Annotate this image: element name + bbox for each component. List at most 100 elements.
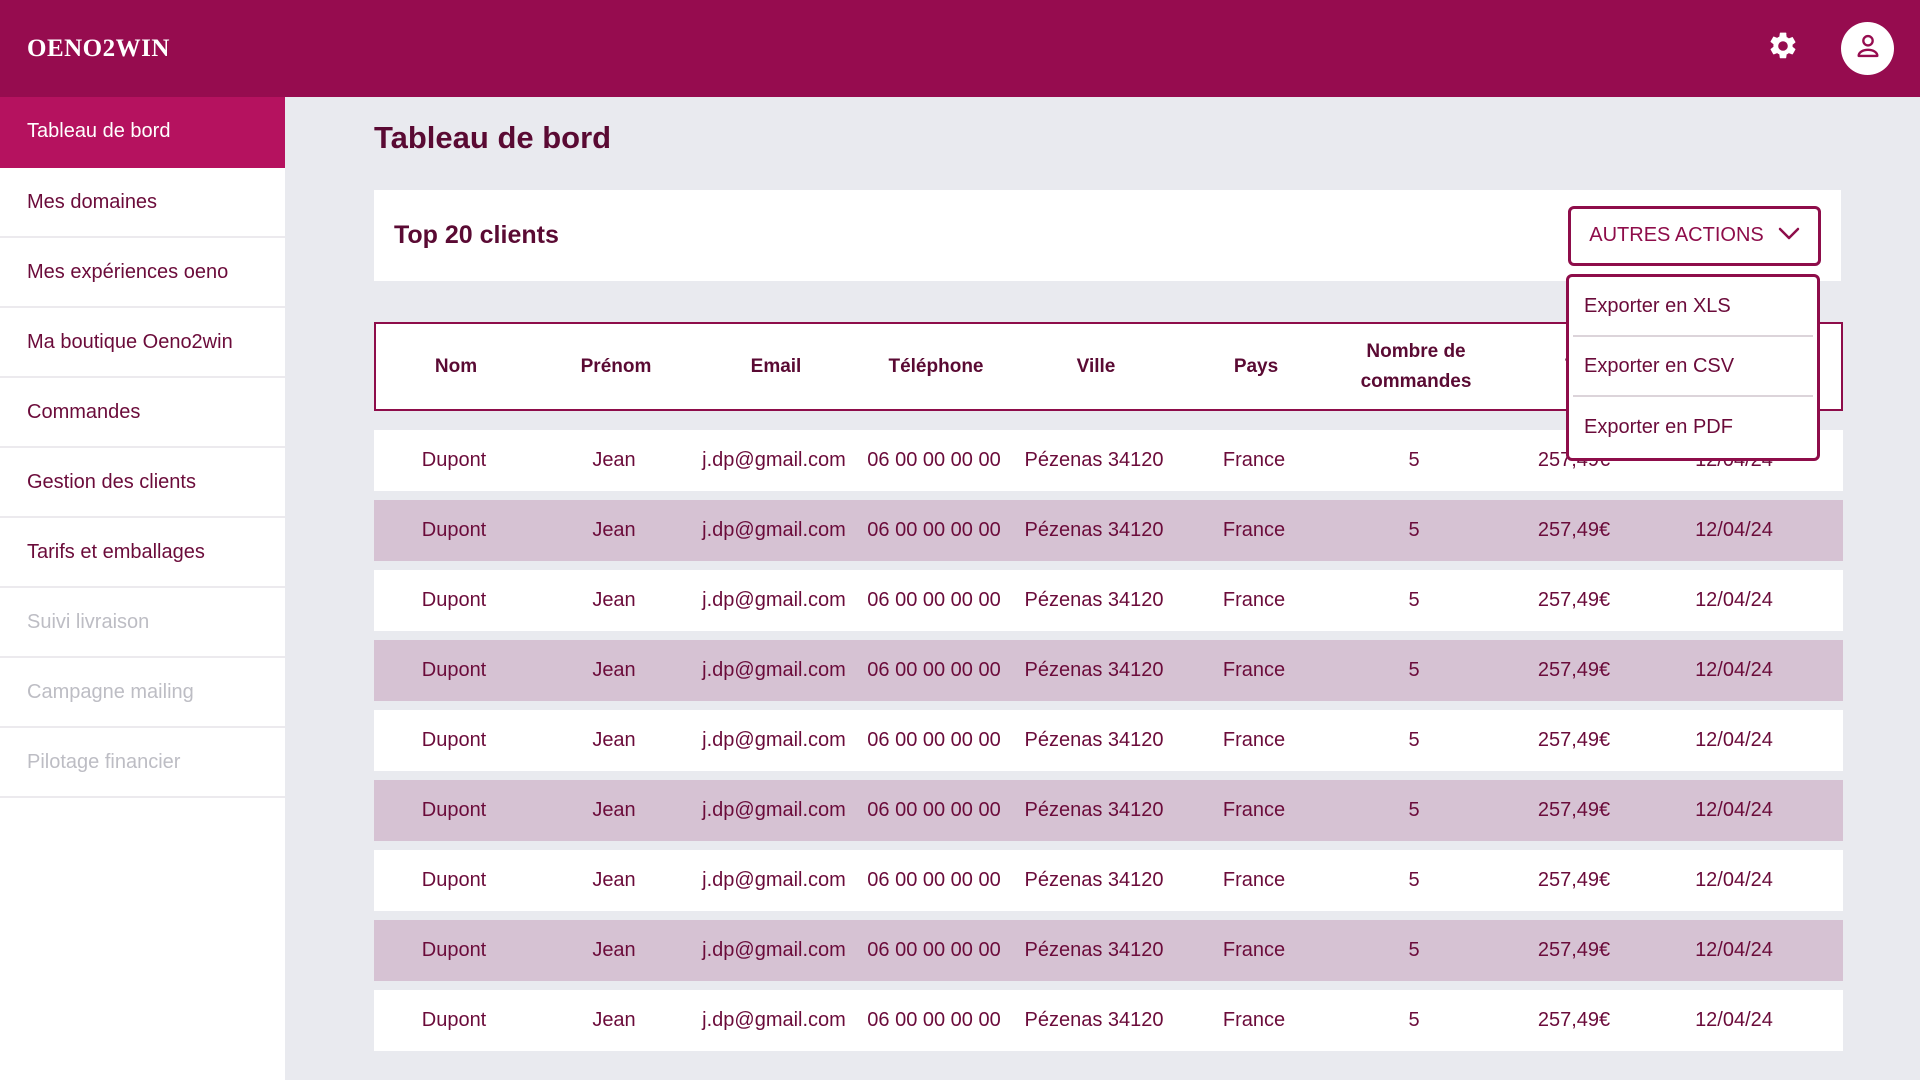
cell-prenom: Jean [592,799,636,821]
table-row[interactable]: Dupont Jean j.dp@gmail.com 06 00 00 00 0… [374,710,1843,771]
cell-commandes: 5 [1408,589,1420,611]
cell-date: 12/04/24 [1695,799,1773,821]
col-header-telephone[interactable]: Téléphone [856,352,1016,382]
cell-nom: Dupont [421,589,487,611]
cell-total: 257,49€ [1537,519,1611,541]
cell-telephone: 06 00 00 00 00 [867,799,1001,821]
cell-ville: Pézenas 34120 [1024,869,1164,891]
cell-nom: Dupont [421,939,487,961]
cell-prenom: Jean [592,449,636,471]
cell-ville: Pézenas 34120 [1024,519,1164,541]
cell-total: 257,49€ [1537,659,1611,681]
cell-email: j.dp@gmail.com [702,799,846,821]
cell-commandes: 5 [1408,939,1420,961]
table-row[interactable]: Dupont Jean j.dp@gmail.com 06 00 00 00 0… [374,640,1843,701]
col-header-ville[interactable]: Ville [1016,352,1176,382]
other-actions-label: AUTRES ACTIONS [1589,224,1764,246]
sidebar-item-tarifs-emballages[interactable]: Tarifs et emballages [0,518,285,588]
cell-date: 12/04/24 [1695,1009,1773,1031]
cell-nom: Dupont [421,519,487,541]
table-row[interactable]: Dupont Jean j.dp@gmail.com 06 00 00 00 0… [374,920,1843,981]
cell-ville: Pézenas 34120 [1024,729,1164,751]
table-row[interactable]: Dupont Jean j.dp@gmail.com 06 00 00 00 0… [374,500,1843,561]
header-actions [1765,22,1894,75]
cell-commandes: 5 [1408,1009,1420,1031]
sidebar-item-ma-boutique[interactable]: Ma boutique Oeno2win [0,308,285,378]
col-header-prenom[interactable]: Prénom [536,352,696,382]
settings-button[interactable] [1765,31,1801,67]
col-header-nombre-commandes[interactable]: Nombre de commandes [1336,337,1496,397]
cell-prenom: Jean [592,519,636,541]
cell-nom: Dupont [421,659,487,681]
cell-telephone: 06 00 00 00 00 [867,519,1001,541]
table-row[interactable]: Dupont Jean j.dp@gmail.com 06 00 00 00 0… [374,990,1843,1051]
cell-total: 257,49€ [1537,729,1611,751]
sidebar-item-mes-domaines[interactable]: Mes domaines [0,168,285,238]
cell-commandes: 5 [1408,729,1420,751]
cell-total: 257,49€ [1537,869,1611,891]
cell-total: 257,49€ [1537,799,1611,821]
cell-email: j.dp@gmail.com [702,939,846,961]
cell-total: 257,49€ [1537,1009,1611,1031]
cell-telephone: 06 00 00 00 00 [867,449,1001,471]
top-bar: OENO2WIN [0,0,1920,97]
cell-date: 12/04/24 [1695,939,1773,961]
export-csv-option[interactable]: Exporter en CSV [1573,337,1813,397]
cell-prenom: Jean [592,729,636,751]
card-header: Top 20 clients AUTRES ACTIONS [374,190,1841,281]
user-avatar-button[interactable] [1841,22,1894,75]
cell-email: j.dp@gmail.com [702,869,846,891]
sidebar: Tableau de bord Mes domaines Mes expérie… [0,97,285,1080]
sidebar-item-suivi-livraison: Suivi livraison [0,588,285,658]
export-pdf-option[interactable]: Exporter en PDF [1573,397,1813,457]
col-header-pays[interactable]: Pays [1176,352,1336,382]
cell-date: 12/04/24 [1695,589,1773,611]
cell-pays: France [1222,729,1286,751]
cell-telephone: 06 00 00 00 00 [867,1009,1001,1031]
col-header-email[interactable]: Email [696,352,856,382]
cell-pays: France [1222,1009,1286,1031]
cell-pays: France [1222,869,1286,891]
cell-ville: Pézenas 34120 [1024,659,1164,681]
cell-ville: Pézenas 34120 [1024,799,1164,821]
cell-nom: Dupont [421,869,487,891]
cell-prenom: Jean [592,869,636,891]
table-row[interactable]: Dupont Jean j.dp@gmail.com 06 00 00 00 0… [374,780,1843,841]
cell-pays: France [1222,519,1286,541]
cell-date: 12/04/24 [1695,659,1773,681]
cell-total: 257,49€ [1537,589,1611,611]
sidebar-item-gestion-clients[interactable]: Gestion des clients [0,448,285,518]
cell-email: j.dp@gmail.com [702,659,846,681]
cell-pays: France [1222,589,1286,611]
cell-pays: France [1222,449,1286,471]
cell-pays: France [1222,799,1286,821]
cell-pays: France [1222,939,1286,961]
sidebar-item-tableau-de-bord[interactable]: Tableau de bord [0,97,285,168]
cell-email: j.dp@gmail.com [702,519,846,541]
cell-commandes: 5 [1408,519,1420,541]
table-row[interactable]: Dupont Jean j.dp@gmail.com 06 00 00 00 0… [374,850,1843,911]
cell-nom: Dupont [421,799,487,821]
export-xls-option[interactable]: Exporter en XLS [1573,277,1813,337]
sidebar-item-commandes[interactable]: Commandes [0,378,285,448]
sidebar-item-mes-experiences-oeno[interactable]: Mes expériences oeno [0,238,285,308]
cell-ville: Pézenas 34120 [1024,449,1164,471]
sidebar-item-campagne-mailing: Campagne mailing [0,658,285,728]
logo[interactable]: OENO2WIN [27,35,170,63]
cell-date: 12/04/24 [1695,519,1773,541]
table-row[interactable]: Dupont Jean j.dp@gmail.com 06 00 00 00 0… [374,570,1843,631]
cell-telephone: 06 00 00 00 00 [867,729,1001,751]
cell-telephone: 06 00 00 00 00 [867,939,1001,961]
cell-prenom: Jean [592,1009,636,1031]
cell-commandes: 5 [1408,799,1420,821]
cell-telephone: 06 00 00 00 00 [867,659,1001,681]
cell-commandes: 5 [1408,869,1420,891]
col-header-nom[interactable]: Nom [376,352,536,382]
cell-ville: Pézenas 34120 [1024,939,1164,961]
gear-icon [1767,30,1799,67]
cell-date: 12/04/24 [1695,869,1773,891]
cell-total: 257,49€ [1537,939,1611,961]
cell-nom: Dupont [421,729,487,751]
card-title: Top 20 clients [394,221,559,249]
other-actions-button[interactable]: AUTRES ACTIONS [1568,205,1821,266]
